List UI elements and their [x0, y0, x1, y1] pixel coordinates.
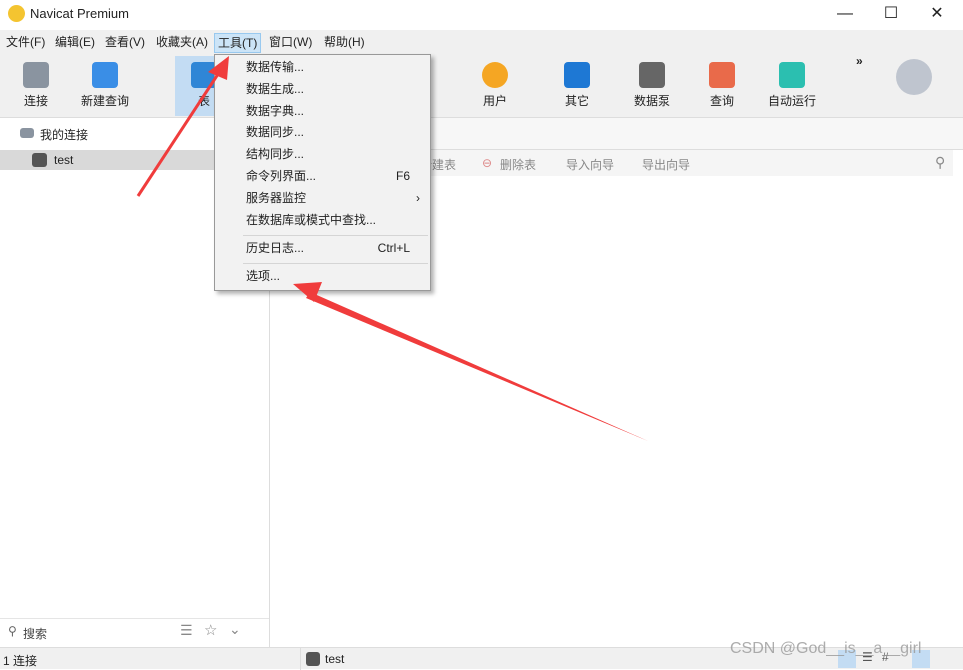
annotation-arrows [136, 56, 648, 441]
arrow-to-tools-menu [136, 56, 229, 197]
arrow-to-options [293, 282, 648, 441]
